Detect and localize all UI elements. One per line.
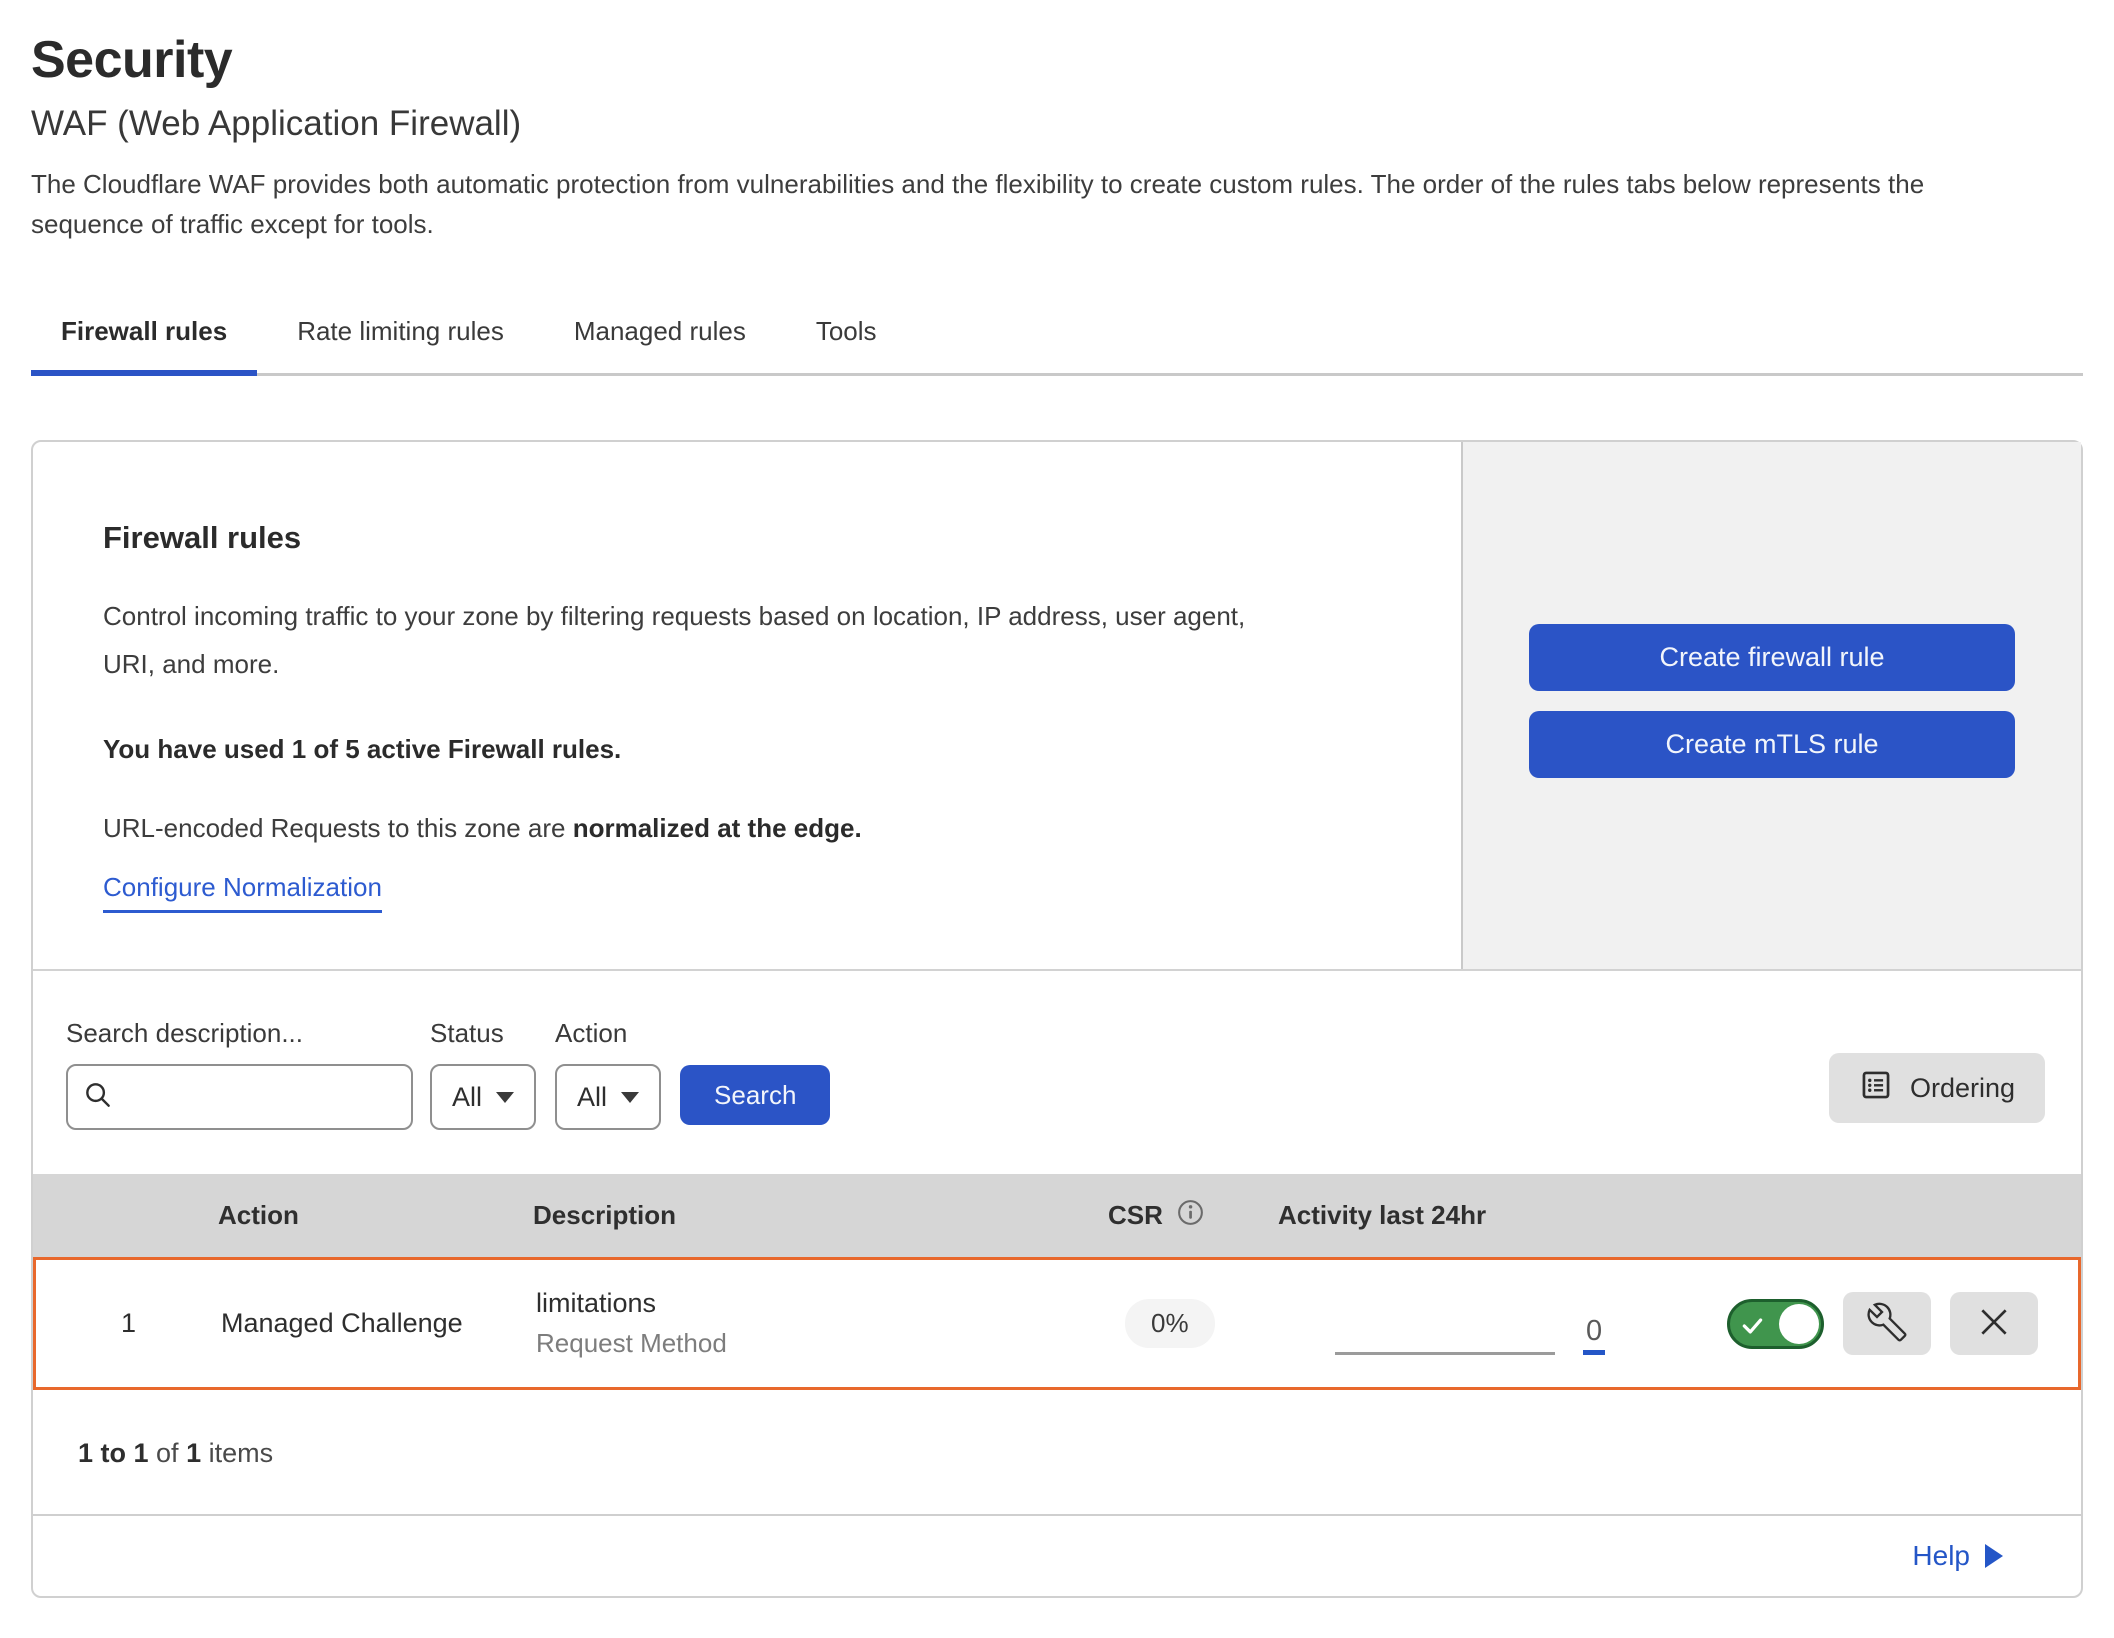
- rule-description-sub: Request Method: [536, 1328, 1111, 1359]
- header-activity: Activity last 24hr: [1278, 1200, 1623, 1231]
- help-link[interactable]: Help: [1912, 1540, 2003, 1572]
- actions-panel: Create firewall rule Create mTLS rule: [1461, 442, 2081, 969]
- chevron-down-icon: [621, 1092, 639, 1103]
- card-description: Control incoming traffic to your zone by…: [103, 592, 1273, 688]
- security-page: Security WAF (Web Application Firewall) …: [0, 0, 2114, 1598]
- page-title: Security: [31, 30, 2083, 90]
- activity-sparkline: [1335, 1352, 1555, 1355]
- normalization-text: URL-encoded Requests to this zone are no…: [103, 813, 1421, 844]
- status-filter-group: Status All: [430, 1018, 536, 1130]
- ordering-button[interactable]: Ordering: [1829, 1053, 2045, 1123]
- filter-bar: Search description... Status All Action: [33, 971, 2081, 1174]
- configure-normalization-link[interactable]: Configure Normalization: [103, 872, 382, 913]
- search-description-label: Search description...: [66, 1018, 413, 1049]
- activity-count-link[interactable]: 0: [1583, 1317, 1605, 1355]
- check-icon: [1740, 1313, 1766, 1339]
- page-description: The Cloudflare WAF provides both automat…: [31, 164, 2026, 244]
- tab-managed-rules[interactable]: Managed rules: [544, 316, 776, 373]
- tab-bar: Firewall rules Rate limiting rules Manag…: [31, 316, 2083, 376]
- search-icon: [82, 1079, 114, 1116]
- header-description: Description: [533, 1200, 1108, 1231]
- firewall-rules-info-section: Firewall rules Control incoming traffic …: [33, 442, 2081, 971]
- page-subtitle: WAF (Web Application Firewall): [31, 104, 2083, 144]
- search-button[interactable]: Search: [680, 1065, 830, 1125]
- search-filter-group: Search description...: [66, 1018, 413, 1130]
- action-select[interactable]: All: [555, 1064, 661, 1130]
- status-label: Status: [430, 1018, 536, 1049]
- tab-tools[interactable]: Tools: [786, 316, 907, 373]
- edit-rule-button[interactable]: [1843, 1292, 1931, 1355]
- info-icon[interactable]: [1175, 1197, 1206, 1235]
- table-row[interactable]: 1 Managed Challenge limitations Request …: [33, 1257, 2081, 1390]
- firewall-rules-card: Firewall rules Control incoming traffic …: [31, 440, 2083, 1598]
- header-csr: CSR: [1108, 1197, 1278, 1235]
- usage-summary: You have used 1 of 5 active Firewall rul…: [103, 734, 1421, 765]
- rules-table-header: Action Description CSR Activity last 24h…: [33, 1174, 2081, 1257]
- create-firewall-rule-button[interactable]: Create firewall rule: [1529, 624, 2015, 691]
- rule-priority: 1: [36, 1308, 221, 1339]
- rule-action: Managed Challenge: [221, 1308, 536, 1339]
- chevron-right-icon: [1985, 1544, 2003, 1568]
- close-icon: [1974, 1302, 2014, 1345]
- rule-csr-cell: 0%: [1111, 1299, 1281, 1348]
- search-input-box[interactable]: [66, 1064, 413, 1130]
- rule-enabled-toggle[interactable]: [1727, 1299, 1824, 1349]
- rule-activity-cell: 0: [1281, 1260, 1626, 1387]
- search-input[interactable]: [114, 1082, 397, 1113]
- normalization-bold: normalized at the edge.: [573, 813, 862, 843]
- create-mtls-rule-button[interactable]: Create mTLS rule: [1529, 711, 2015, 778]
- items-count: 1 to 1 of 1 items: [33, 1390, 2081, 1516]
- ordering-list-icon: [1859, 1068, 1893, 1109]
- status-select[interactable]: All: [430, 1064, 536, 1130]
- toggle-knob: [1779, 1304, 1819, 1344]
- csr-badge: 0%: [1125, 1299, 1215, 1348]
- card-heading: Firewall rules: [103, 520, 1421, 556]
- tab-rate-limiting-rules[interactable]: Rate limiting rules: [267, 316, 534, 373]
- wrench-icon: [1867, 1302, 1907, 1345]
- help-row: Help: [33, 1516, 2081, 1596]
- header-action: Action: [218, 1200, 533, 1231]
- rule-description-cell: limitations Request Method: [536, 1288, 1111, 1359]
- action-label: Action: [555, 1018, 661, 1049]
- chevron-down-icon: [496, 1092, 514, 1103]
- action-filter-group: Action All: [555, 1018, 661, 1130]
- rule-controls-cell: [1626, 1292, 2078, 1355]
- tab-firewall-rules[interactable]: Firewall rules: [31, 316, 257, 373]
- rule-description: limitations: [536, 1288, 1111, 1319]
- delete-rule-button[interactable]: [1950, 1292, 2038, 1355]
